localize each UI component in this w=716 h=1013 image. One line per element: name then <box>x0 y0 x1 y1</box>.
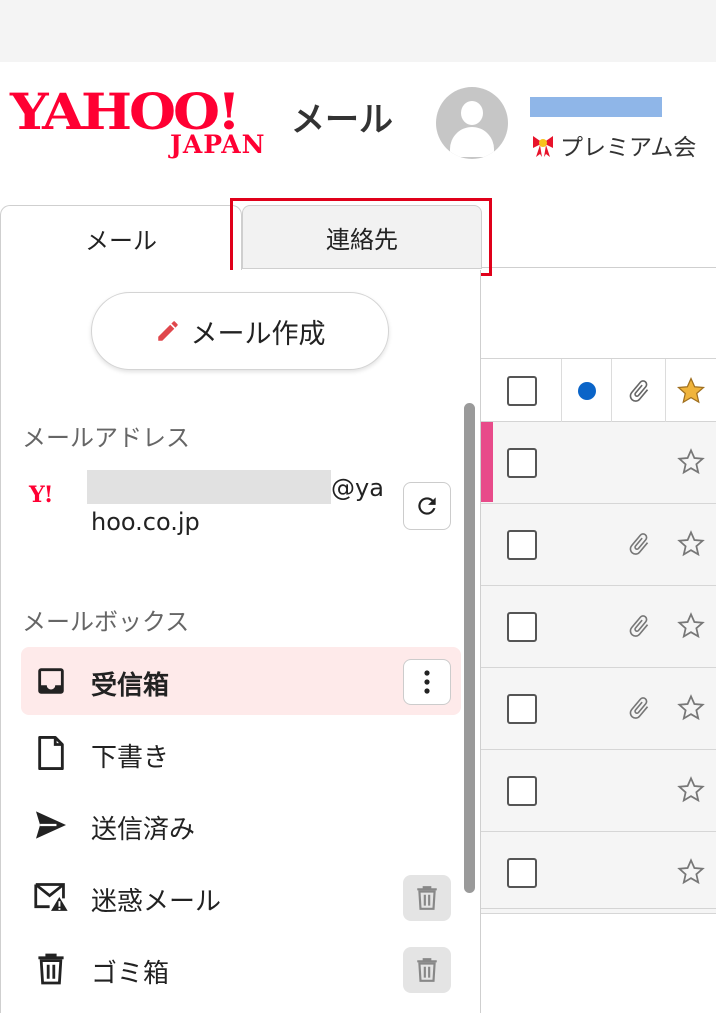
trash-icon <box>417 886 437 910</box>
ribbon-icon <box>530 134 556 158</box>
message-list <box>481 358 716 914</box>
avatar[interactable] <box>436 87 508 159</box>
star-icon[interactable] <box>675 692 707 724</box>
message-list-empty-area <box>481 908 716 1013</box>
select-all-checkbox[interactable] <box>507 376 537 406</box>
message-row[interactable] <box>481 422 716 504</box>
logo-sub-text: JAPAN <box>170 130 266 159</box>
spam-icon <box>33 879 69 915</box>
user-name-redacted <box>530 97 662 117</box>
column-divider <box>611 359 612 423</box>
folder-inbox[interactable]: 受信箱 <box>21 647 461 715</box>
attachment-icon[interactable] <box>625 377 653 405</box>
address-suffix-1: @ya <box>331 474 384 502</box>
sidebar-scrollbar[interactable] <box>464 403 475 893</box>
attachment-icon <box>625 694 653 722</box>
folder-label: 受信箱 <box>91 671 170 701</box>
tab-mail-label: メール <box>85 227 157 255</box>
message-row[interactable] <box>481 750 716 832</box>
membership-label: プレミアム会 <box>560 135 697 161</box>
membership-status: プレミアム会 <box>530 128 696 162</box>
pencil-icon <box>157 321 178 341</box>
attachment-icon <box>625 612 653 640</box>
message-list-header <box>481 358 716 423</box>
refresh-button[interactable] <box>403 482 451 530</box>
trash-icon <box>33 951 69 987</box>
trash-icon <box>417 958 437 982</box>
message-row[interactable] <box>481 586 716 668</box>
tab-mail[interactable]: メール <box>0 205 242 271</box>
attachment-icon <box>625 530 653 558</box>
tab-divider-line <box>482 267 716 268</box>
avatar-head <box>461 101 483 125</box>
message-row[interactable] <box>481 832 716 914</box>
star-icon[interactable] <box>675 528 707 560</box>
address-redacted <box>87 470 331 504</box>
folder-label: 下書き <box>91 743 170 773</box>
folder-label: 迷惑メール <box>91 887 222 917</box>
sidebar: メール作成 メールアドレス Y! @ya hoo.co.jp メールボックス 受… <box>0 270 481 1013</box>
yahoo-small-logo: Y! <box>29 482 53 508</box>
row-checkbox[interactable] <box>507 448 537 478</box>
mail-address: Y! @ya hoo.co.jp <box>29 470 459 550</box>
star-icon[interactable] <box>675 375 707 407</box>
folder-trash[interactable]: ゴミ箱 <box>21 935 461 1003</box>
refresh-icon <box>418 497 436 515</box>
star-icon[interactable] <box>675 610 707 642</box>
avatar-body <box>450 127 494 157</box>
empty-spam-button[interactable] <box>403 875 451 921</box>
address-section-title: メールアドレス <box>22 424 190 452</box>
column-divider <box>665 359 666 423</box>
row-checkbox[interactable] <box>507 530 537 560</box>
row-checkbox[interactable] <box>507 776 537 806</box>
draft-icon <box>33 735 69 771</box>
more-vertical-icon <box>424 670 430 694</box>
compose-label: メール作成 <box>190 318 326 350</box>
send-icon <box>33 807 69 843</box>
unread-mark <box>481 422 493 502</box>
inbox-icon <box>33 663 69 699</box>
folder-more-button[interactable] <box>403 659 451 705</box>
row-checkbox[interactable] <box>507 612 537 642</box>
column-divider <box>561 359 562 423</box>
message-row[interactable] <box>481 504 716 586</box>
star-icon[interactable] <box>675 446 707 478</box>
compose-button[interactable]: メール作成 <box>91 292 389 370</box>
browser-top-bar <box>0 0 716 62</box>
row-checkbox[interactable] <box>507 694 537 724</box>
unread-dot-icon[interactable] <box>577 381 597 401</box>
row-checkbox[interactable] <box>507 858 537 888</box>
empty-trash-button[interactable] <box>403 947 451 993</box>
folder-sent[interactable]: 送信済み <box>21 791 461 859</box>
star-icon[interactable] <box>675 774 707 806</box>
folder-label: 送信済み <box>91 815 196 845</box>
folder-spam[interactable]: 迷惑メール <box>21 863 461 931</box>
app-name: メール <box>291 100 393 140</box>
yahoo-japan-logo[interactable]: YAHOO! JAPAN <box>10 86 285 166</box>
address-suffix-2: hoo.co.jp <box>91 508 200 536</box>
mailbox-section-title: メールボックス <box>22 608 190 636</box>
star-icon[interactable] <box>675 856 707 888</box>
message-row[interactable] <box>481 668 716 750</box>
folder-drafts[interactable]: 下書き <box>21 719 461 787</box>
highlight-box <box>230 198 492 276</box>
folder-label: ゴミ箱 <box>91 959 170 989</box>
